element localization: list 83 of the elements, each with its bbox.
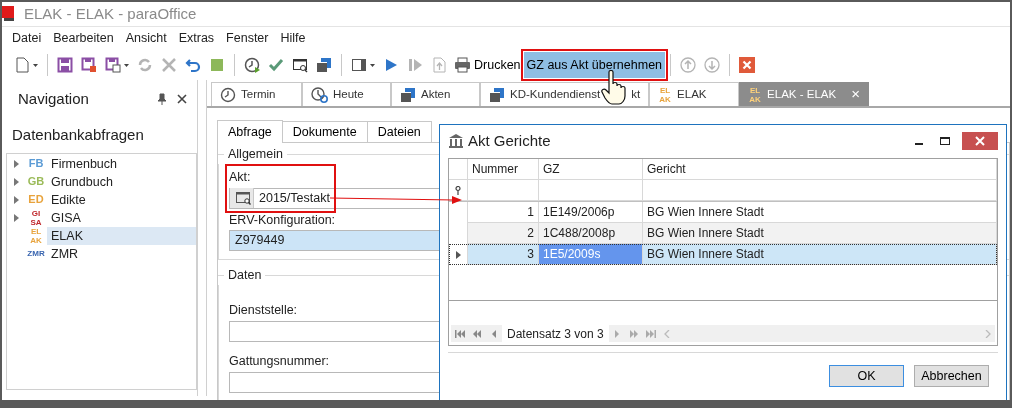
menu-item[interactable]: Datei: [6, 29, 48, 48]
app-icon: [2, 6, 16, 22]
window-search-icon[interactable]: [292, 57, 308, 73]
clock-refresh-icon: [311, 86, 328, 103]
document-tab[interactable]: Akten: [391, 82, 480, 106]
tree-item[interactable]: Grundbuch: [47, 172, 196, 191]
toolbar-button[interactable]: GZ aus Akt übernehmen: [523, 52, 666, 78]
pin-icon[interactable]: [157, 93, 167, 105]
menu-item[interactable]: Ansicht: [119, 29, 173, 48]
badge-icon: ZMR: [25, 249, 47, 258]
column-header[interactable]: GZ: [539, 159, 643, 180]
document-tab[interactable]: Heute: [302, 82, 391, 106]
filter-cell[interactable]: [468, 180, 539, 201]
expand-arrow-icon[interactable]: [13, 159, 19, 168]
tree-item[interactable]: ZMR: [47, 244, 196, 263]
dialog-title: Akt Gerichte: [468, 130, 552, 151]
column-header[interactable]: Nummer: [468, 159, 539, 180]
filter-cell[interactable]: [539, 180, 643, 201]
table-cell[interactable]: 2: [468, 223, 539, 244]
expand-arrow-icon[interactable]: [13, 213, 19, 222]
checkmark-icon[interactable]: [268, 57, 284, 73]
badge-icon: FB: [25, 158, 47, 169]
tab[interactable]: Abfrage: [217, 120, 283, 143]
column-header[interactable]: Gericht: [643, 159, 997, 180]
group-title: Allgemein: [227, 146, 284, 163]
hand-cursor-icon: [601, 70, 628, 106]
group-title: Daten: [227, 267, 263, 285]
menu-item[interactable]: Hilfe: [274, 29, 312, 48]
record-counter: Datensatz 3 von 3: [502, 325, 609, 342]
menu-item[interactable]: Bearbeiten: [47, 29, 120, 48]
section-heading: Datenbankabfragen: [11, 125, 145, 145]
dialog-button[interactable]: Abbrechen: [914, 365, 989, 387]
tree-item[interactable]: Edikte: [47, 190, 196, 209]
dialog-button[interactable]: OK: [829, 365, 904, 387]
previous-page-icon[interactable]: [471, 329, 482, 338]
filter-icon[interactable]: [455, 185, 461, 195]
badge-icon: ED: [25, 194, 47, 205]
menu-item[interactable]: Extras: [172, 29, 221, 48]
tree-item[interactable]: GISA: [47, 208, 196, 227]
tree-item[interactable]: ELAK: [47, 226, 196, 245]
close-icon[interactable]: [177, 94, 187, 104]
badge-icon: GB: [25, 176, 47, 187]
save-icon[interactable]: [57, 57, 73, 73]
close-button[interactable]: [962, 132, 998, 150]
badge-icon: GI SA: [25, 208, 47, 227]
field-label: ERV-Konfiguration:: [229, 211, 336, 229]
folder-stack-icon[interactable]: [316, 57, 332, 73]
table-cell[interactable]: 3: [468, 244, 539, 265]
menu-item[interactable]: Fenster: [220, 29, 275, 48]
expand-arrow-icon[interactable]: [13, 195, 19, 204]
tab[interactable]: Dateien: [366, 121, 432, 142]
square-icon[interactable]: [209, 57, 225, 73]
folder-stack-icon: [400, 86, 416, 103]
printer-icon: [454, 57, 471, 73]
clock-icon[interactable]: [244, 57, 260, 73]
document-tab[interactable]: Termin: [211, 82, 302, 106]
badge-icon: EL AK: [25, 226, 47, 245]
save-as-icon[interactable]: [105, 57, 129, 73]
save-discard-icon[interactable]: [81, 57, 97, 73]
row-indicator-icon: [455, 250, 461, 259]
panel-layout-icon[interactable]: [351, 57, 375, 73]
first-record-icon[interactable]: [454, 329, 465, 338]
new-document-icon[interactable]: [14, 57, 38, 73]
field-label: Akt:: [229, 168, 251, 186]
field-label: Dienststelle:: [229, 302, 298, 319]
table-cell[interactable]: 1C488/2008p: [539, 223, 643, 244]
tree-item[interactable]: Firmenbuch: [47, 154, 196, 173]
field-label: Gattungsnummer:: [229, 352, 330, 370]
courthouse-icon: [448, 133, 464, 149]
play-icon[interactable]: [383, 57, 399, 73]
close-icon: [975, 136, 985, 146]
expand-arrow-icon[interactable]: [13, 177, 19, 186]
print-button[interactable]: Drucken: [451, 52, 524, 78]
window-title: ELAK - ELAK - paraOffice: [24, 3, 197, 24]
maximize-icon: [940, 137, 950, 145]
filter-cell[interactable]: [643, 180, 997, 201]
search-icon[interactable]: [236, 191, 252, 205]
panel-title: Navigation: [18, 88, 90, 109]
table-cell[interactable]: BG Wien Innere Stadt: [643, 244, 997, 265]
table-cell[interactable]: BG Wien Innere Stadt: [643, 223, 997, 244]
folder-stack-icon: [489, 86, 505, 103]
clock-icon: [220, 86, 236, 103]
undo-icon[interactable]: [185, 57, 201, 73]
